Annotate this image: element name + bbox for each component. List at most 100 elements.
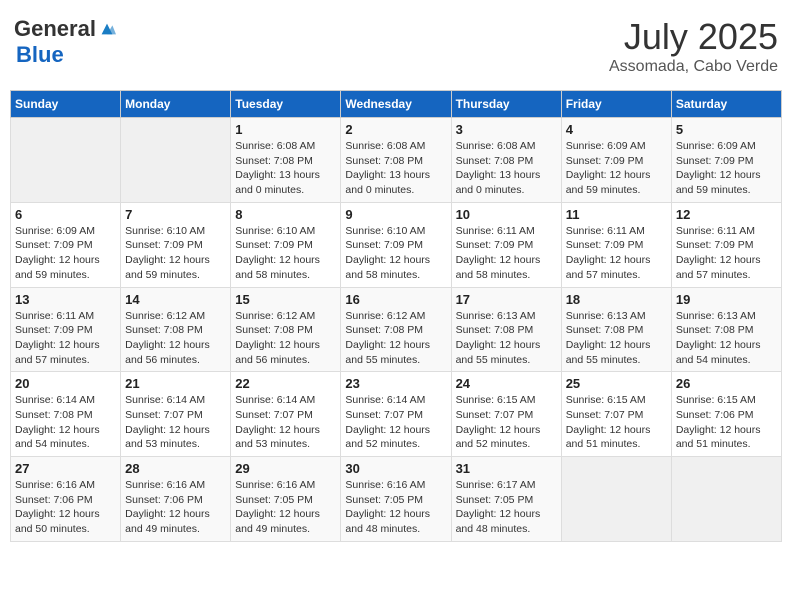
calendar-cell: 3Sunrise: 6:08 AM Sunset: 7:08 PM Daylig…: [451, 118, 561, 203]
day-info: Sunrise: 6:10 AM Sunset: 7:09 PM Dayligh…: [235, 224, 336, 283]
day-info: Sunrise: 6:11 AM Sunset: 7:09 PM Dayligh…: [456, 224, 557, 283]
logo: General Blue: [14, 16, 116, 68]
calendar-cell: 6Sunrise: 6:09 AM Sunset: 7:09 PM Daylig…: [11, 202, 121, 287]
calendar-cell: 5 Sunrise: 6:09 AM Sunset: 7:09 PM Daylig…: [671, 118, 781, 203]
calendar-cell: 7Sunrise: 6:10 AM Sunset: 7:09 PM Daylig…: [121, 202, 231, 287]
calendar-header-row: SundayMondayTuesdayWednesdayThursdayFrid…: [11, 91, 782, 118]
month-title: July 2025: [609, 16, 778, 58]
calendar-week-row: 13 Sunrise: 6:11 AM Sunset: 7:09 PM Dayli…: [11, 287, 782, 372]
calendar-cell: 11Sunrise: 6:11 AM Sunset: 7:09 PM Dayli…: [561, 202, 671, 287]
day-number: 31: [456, 461, 557, 476]
day-number: 14: [125, 292, 226, 307]
calendar-cell: 25 Sunrise: 6:15 AM Sunset: 7:07 PM Dayli…: [561, 372, 671, 457]
day-info: Sunrise: 6:13 AM Sunset: 7:08 PM Dayligh…: [566, 309, 667, 368]
day-info: Sunrise: 6:10 AM Sunset: 7:09 PM Dayligh…: [345, 224, 446, 283]
column-header-sunday: Sunday: [11, 91, 121, 118]
day-number: 22: [235, 376, 336, 391]
calendar-cell: 16Sunrise: 6:12 AM Sunset: 7:08 PM Dayli…: [341, 287, 451, 372]
day-info: Sunrise: 6:11 AM Sunset: 7:09 PM Dayligh…: [566, 224, 667, 283]
calendar-cell: [121, 118, 231, 203]
title-block: July 2025 Assomada, Cabo Verde: [609, 16, 778, 76]
day-number: 18: [566, 292, 667, 307]
day-info: Sunrise: 6:16 AM Sunset: 7:05 PM Dayligh…: [345, 478, 446, 537]
calendar-cell: 18 Sunrise: 6:13 AM Sunset: 7:08 PM Dayli…: [561, 287, 671, 372]
day-number: 26: [676, 376, 777, 391]
page-header: General Blue July 2025 Assomada, Cabo Ve…: [10, 10, 782, 82]
day-info: Sunrise: 6:14 AM Sunset: 7:07 PM Dayligh…: [345, 393, 446, 452]
column-header-friday: Friday: [561, 91, 671, 118]
day-info: Sunrise: 6:15 AM Sunset: 7:06 PM Dayligh…: [676, 393, 777, 452]
day-info: Sunrise: 6:16 AM Sunset: 7:06 PM Dayligh…: [15, 478, 116, 537]
calendar-cell: 23 Sunrise: 6:14 AM Sunset: 7:07 PM Dayli…: [341, 372, 451, 457]
day-number: 7: [125, 207, 226, 222]
day-number: 13: [15, 292, 116, 307]
calendar-cell: [561, 457, 671, 542]
day-number: 9: [345, 207, 446, 222]
day-number: 10: [456, 207, 557, 222]
day-info: Sunrise: 6:12 AM Sunset: 7:08 PM Dayligh…: [235, 309, 336, 368]
day-info: Sunrise: 6:15 AM Sunset: 7:07 PM Dayligh…: [566, 393, 667, 452]
calendar-cell: [671, 457, 781, 542]
day-info: Sunrise: 6:09 AM Sunset: 7:09 PM Dayligh…: [566, 139, 667, 198]
calendar-cell: 26 Sunrise: 6:15 AM Sunset: 7:06 PM Dayli…: [671, 372, 781, 457]
day-number: 4: [566, 122, 667, 137]
day-number: 17: [456, 292, 557, 307]
day-number: 8: [235, 207, 336, 222]
day-number: 20: [15, 376, 116, 391]
calendar-cell: 14 Sunrise: 6:12 AM Sunset: 7:08 PM Dayli…: [121, 287, 231, 372]
calendar-table: SundayMondayTuesdayWednesdayThursdayFrid…: [10, 90, 782, 542]
day-info: Sunrise: 6:15 AM Sunset: 7:07 PM Dayligh…: [456, 393, 557, 452]
calendar-cell: 21 Sunrise: 6:14 AM Sunset: 7:07 PM Dayli…: [121, 372, 231, 457]
calendar-cell: 22 Sunrise: 6:14 AM Sunset: 7:07 PM Dayli…: [231, 372, 341, 457]
day-number: 15: [235, 292, 336, 307]
calendar-cell: 2 Sunrise: 6:08 AM Sunset: 7:08 PM Daylig…: [341, 118, 451, 203]
column-header-saturday: Saturday: [671, 91, 781, 118]
day-info: Sunrise: 6:09 AM Sunset: 7:09 PM Dayligh…: [676, 139, 777, 198]
column-header-monday: Monday: [121, 91, 231, 118]
location-subtitle: Assomada, Cabo Verde: [609, 58, 778, 76]
day-info: Sunrise: 6:08 AM Sunset: 7:08 PM Dayligh…: [456, 139, 557, 198]
day-number: 19: [676, 292, 777, 307]
day-number: 5: [676, 122, 777, 137]
calendar-cell: 28Sunrise: 6:16 AM Sunset: 7:06 PM Dayli…: [121, 457, 231, 542]
day-number: 1: [235, 122, 336, 137]
day-number: 23: [345, 376, 446, 391]
calendar-cell: 20Sunrise: 6:14 AM Sunset: 7:08 PM Dayli…: [11, 372, 121, 457]
day-number: 28: [125, 461, 226, 476]
logo-icon: [98, 20, 116, 38]
day-number: 25: [566, 376, 667, 391]
calendar-cell: 13 Sunrise: 6:11 AM Sunset: 7:09 PM Dayli…: [11, 287, 121, 372]
day-number: 16: [345, 292, 446, 307]
day-info: Sunrise: 6:17 AM Sunset: 7:05 PM Dayligh…: [456, 478, 557, 537]
calendar-cell: 9 Sunrise: 6:10 AM Sunset: 7:09 PM Daylig…: [341, 202, 451, 287]
day-number: 12: [676, 207, 777, 222]
day-number: 24: [456, 376, 557, 391]
day-number: 29: [235, 461, 336, 476]
column-header-tuesday: Tuesday: [231, 91, 341, 118]
day-number: 21: [125, 376, 226, 391]
day-info: Sunrise: 6:13 AM Sunset: 7:08 PM Dayligh…: [676, 309, 777, 368]
day-info: Sunrise: 6:12 AM Sunset: 7:08 PM Dayligh…: [125, 309, 226, 368]
calendar-cell: 29Sunrise: 6:16 AM Sunset: 7:05 PM Dayli…: [231, 457, 341, 542]
day-number: 6: [15, 207, 116, 222]
logo-general-text: General: [14, 16, 96, 42]
calendar-week-row: 1 Sunrise: 6:08 AM Sunset: 7:08 PM Daylig…: [11, 118, 782, 203]
logo-blue-text: Blue: [16, 42, 64, 68]
calendar-cell: 17 Sunrise: 6:13 AM Sunset: 7:08 PM Dayli…: [451, 287, 561, 372]
calendar-week-row: 27Sunrise: 6:16 AM Sunset: 7:06 PM Dayli…: [11, 457, 782, 542]
calendar-cell: 27Sunrise: 6:16 AM Sunset: 7:06 PM Dayli…: [11, 457, 121, 542]
day-info: Sunrise: 6:14 AM Sunset: 7:07 PM Dayligh…: [235, 393, 336, 452]
column-header-thursday: Thursday: [451, 91, 561, 118]
day-info: Sunrise: 6:08 AM Sunset: 7:08 PM Dayligh…: [345, 139, 446, 198]
day-info: Sunrise: 6:11 AM Sunset: 7:09 PM Dayligh…: [676, 224, 777, 283]
day-info: Sunrise: 6:13 AM Sunset: 7:08 PM Dayligh…: [456, 309, 557, 368]
calendar-cell: 1Sunrise: 6:08 AM Sunset: 7:08 PM Daylig…: [231, 118, 341, 203]
day-number: 2: [345, 122, 446, 137]
day-info: Sunrise: 6:14 AM Sunset: 7:07 PM Dayligh…: [125, 393, 226, 452]
calendar-cell: 19 Sunrise: 6:13 AM Sunset: 7:08 PM Dayli…: [671, 287, 781, 372]
calendar-week-row: 20Sunrise: 6:14 AM Sunset: 7:08 PM Dayli…: [11, 372, 782, 457]
calendar-cell: 4 Sunrise: 6:09 AM Sunset: 7:09 PM Daylig…: [561, 118, 671, 203]
day-info: Sunrise: 6:11 AM Sunset: 7:09 PM Dayligh…: [15, 309, 116, 368]
calendar-cell: [11, 118, 121, 203]
calendar-cell: 24 Sunrise: 6:15 AM Sunset: 7:07 PM Dayli…: [451, 372, 561, 457]
